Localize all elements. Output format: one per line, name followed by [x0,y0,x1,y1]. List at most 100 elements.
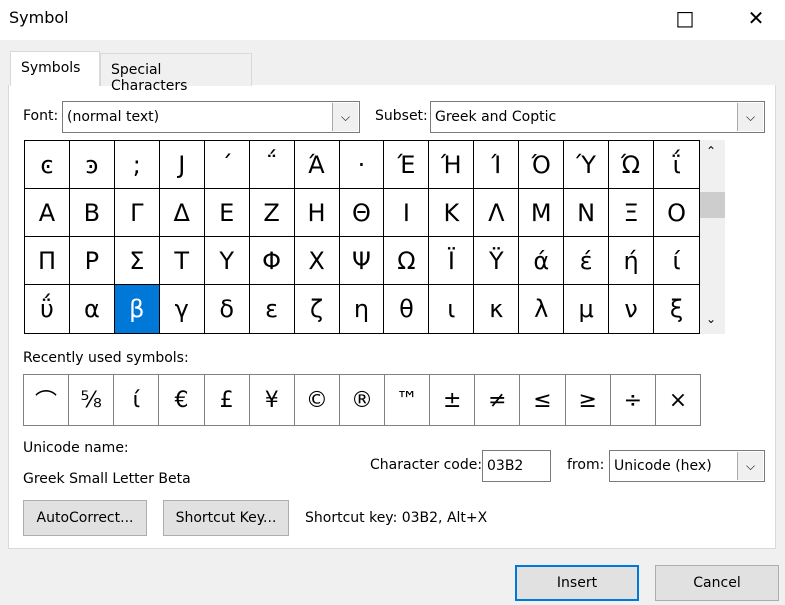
symbol-cell[interactable]: Ή [429,141,475,189]
from-select[interactable]: Unicode (hex) ⌵ [609,450,765,482]
scroll-up-icon[interactable]: ⌃ [706,144,716,158]
symbol-cell[interactable]: Ρ [69,237,115,285]
recent-symbol-cell[interactable]: × [656,375,701,425]
chevron-down-icon: ⌵ [737,103,763,131]
symbol-cell[interactable]: δ [205,285,250,333]
symbol-cell[interactable]: Ύ [564,141,610,189]
chevron-down-icon: ⌵ [737,452,763,480]
symbol-cell[interactable]: ά [519,237,565,285]
symbol-cell[interactable]: Ω [384,237,430,285]
symbol-cell[interactable]: Ϊ [429,237,475,285]
font-label: Font: [23,108,59,124]
symbol-cell[interactable]: ΄ [204,141,250,189]
recent-symbol-cell[interactable]: ® [340,375,386,425]
symbol-cell[interactable]: ΐ [654,141,699,189]
recent-symbol-cell[interactable]: € [159,375,205,425]
symbol-cell[interactable]: η [340,285,385,333]
symbol-cell[interactable]: Ϳ [159,141,205,189]
symbol-cell[interactable]: Ν [564,189,610,237]
symbol-cell[interactable]: Ί [474,141,520,189]
recent-symbol-cell[interactable]: £ [205,375,250,425]
symbol-cell[interactable]: Υ [204,237,250,285]
symbol-cell[interactable]: Έ [384,141,430,189]
symbol-cell[interactable]: ή [609,237,655,285]
symbol-cell[interactable]: ί [654,237,699,285]
font-select[interactable]: (normal text) ⌵ [62,101,360,133]
symbol-cell[interactable]: ΰ [25,285,70,333]
symbol-cell[interactable]: ͼ [25,141,70,189]
symbol-cell[interactable]: Α [25,189,70,237]
symbol-cell[interactable]: Ι [384,189,430,237]
symbol-cell[interactable]: γ [160,285,205,333]
symbol-cell[interactable]: Ζ [249,189,295,237]
recent-symbol-cell[interactable]: ± [430,375,476,425]
symbol-cell[interactable]: β [114,285,160,333]
symbol-cell[interactable]: Φ [249,237,295,285]
symbol-cell[interactable]: Ϋ [474,237,520,285]
symbol-cell[interactable]: Ώ [609,141,655,189]
symbol-cell[interactable]: Ε [204,189,250,237]
symbol-cell[interactable]: Σ [114,237,160,285]
recent-symbol-cell[interactable]: ⌒ [24,375,70,425]
symbol-cell[interactable]: ξ [654,285,699,333]
cancel-button[interactable]: Cancel [655,565,779,601]
symbol-cell[interactable]: Λ [474,189,520,237]
tab-symbols[interactable]: Symbols [10,51,100,86]
scroll-down-icon[interactable]: ⌄ [706,312,716,326]
recent-symbol-cell[interactable]: ™ [385,375,431,425]
close-button[interactable]: ✕ [733,0,779,36]
recent-symbol-cell[interactable]: ≥ [566,375,611,425]
symbol-cell[interactable]: ν [609,285,655,333]
character-code-value: 03B2 [487,458,524,474]
recent-symbol-cell[interactable]: © [295,375,340,425]
insert-button[interactable]: Insert [515,565,639,601]
symbol-cell[interactable]: Θ [339,189,385,237]
symbol-cell[interactable]: Ψ [339,237,385,285]
symbol-cell[interactable]: μ [564,285,610,333]
recent-symbols[interactable]: ⌒ ⅝ ί € £ ¥ © ® ™ ± ≠ ≤ ≥ ÷ × [23,374,701,426]
recent-symbol-cell[interactable]: ¥ [250,375,295,425]
symbol-cell[interactable]: ε [250,285,295,333]
symbol-cell[interactable]: Τ [159,237,205,285]
shortcut-key-text: Shortcut key: 03B2, Alt+X [305,510,488,526]
symbol-cell[interactable]: κ [474,285,520,333]
symbol-cell[interactable]: ͽ [69,141,115,189]
symbol-cell[interactable]: έ [564,237,610,285]
subset-select[interactable]: Greek and Coptic ⌵ [430,101,765,133]
symbol-cell[interactable]: Κ [429,189,475,237]
symbol-cell[interactable]: Π [25,237,70,285]
symbol-scrollbar[interactable]: ⌃ ⌄ [700,140,725,334]
symbol-cell[interactable]: Μ [519,189,565,237]
symbol-cell[interactable]: λ [519,285,565,333]
character-code-input[interactable]: 03B2 [482,450,551,482]
tab-label: Symbols [21,60,81,76]
symbol-cell[interactable]: Β [69,189,115,237]
symbol-cell[interactable]: Χ [294,237,340,285]
scroll-thumb[interactable] [700,192,725,218]
symbol-cell[interactable]: · [339,141,385,189]
symbol-cell[interactable]: ζ [295,285,340,333]
symbol-cell[interactable]: Η [294,189,340,237]
symbol-cell[interactable]: θ [384,285,430,333]
symbol-grid[interactable]: ͼ ͽ; Ϳ ΄ ΅ Ά · Έ Ή Ί Ό Ύ Ώΐ Α Β Γ Δ Ε Ζ Η Θ Ι Κ Λ Μ Ν Ξ Ο Π Ρ Σ Τ Υ Φ Χ Ψ Ω Ϊ… [24,140,700,334]
symbol-cell[interactable]: Δ [159,189,205,237]
symbol-cell[interactable]: ΅ [249,141,295,189]
tab-special-characters[interactable]: Special Characters [100,53,252,94]
symbol-cell[interactable]: ι [429,285,475,333]
recent-symbol-cell[interactable]: ί [114,375,160,425]
symbol-cell[interactable]: Ό [519,141,565,189]
chevron-down-icon: ⌵ [332,103,358,131]
symbol-cell[interactable]: ; [114,141,160,189]
symbol-cell[interactable]: Ά [294,141,340,189]
maximize-button[interactable]: □ [662,0,708,36]
symbol-cell[interactable]: α [70,285,115,333]
symbol-cell[interactable]: Ξ [609,189,655,237]
recent-symbol-cell[interactable]: ⅝ [69,375,115,425]
recent-symbol-cell[interactable]: ≠ [475,375,521,425]
symbol-cell[interactable]: Γ [114,189,160,237]
recent-symbol-cell[interactable]: ≤ [520,375,566,425]
recent-symbol-cell[interactable]: ÷ [611,375,656,425]
symbol-cell[interactable]: Ο [654,189,699,237]
autocorrect-button[interactable]: AutoCorrect... [23,500,147,536]
shortcut-key-button[interactable]: Shortcut Key... [163,500,289,536]
